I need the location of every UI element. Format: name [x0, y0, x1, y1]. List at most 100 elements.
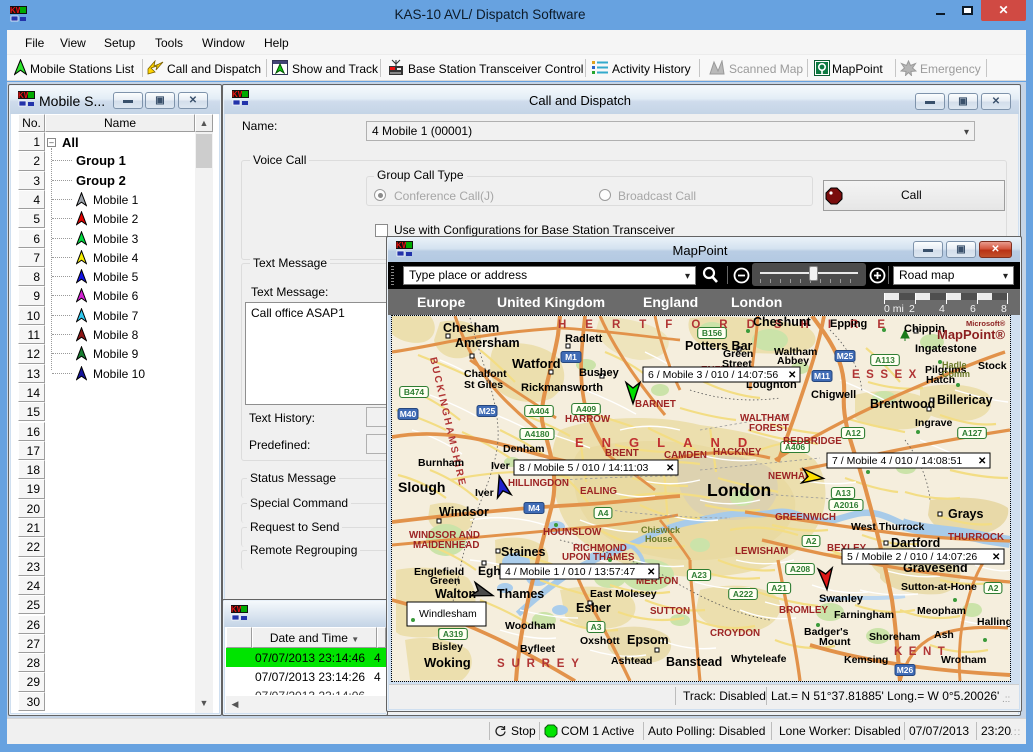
svg-text:A222: A222 — [733, 589, 754, 599]
svg-text:Epping: Epping — [830, 318, 867, 330]
svg-text:CAMDEN: CAMDEN — [664, 450, 707, 461]
svg-text:Oxshott: Oxshott — [580, 635, 620, 647]
svg-text:A208: A208 — [790, 564, 811, 574]
svg-text:Ashtead: Ashtead — [611, 655, 652, 667]
svg-text:Wrotham: Wrotham — [941, 654, 986, 666]
svg-text:Whyteleafe: Whyteleafe — [731, 653, 787, 665]
svg-text:4 / Mobile 1 / 010 / 13:57:47: 4 / Mobile 1 / 010 / 13:57:47 — [505, 566, 635, 578]
svg-text:THURROCK: THURROCK — [948, 532, 1004, 543]
svg-text:Rickmansworth: Rickmansworth — [521, 382, 603, 394]
svg-text:✕: ✕ — [647, 567, 655, 578]
svg-text:A12: A12 — [845, 428, 861, 438]
svg-text:ESSEX: ESSEX — [852, 369, 923, 381]
svg-text:Amersham: Amersham — [455, 336, 520, 350]
svg-text:Kemsing: Kemsing — [844, 654, 888, 666]
svg-text:Chesham: Chesham — [443, 321, 499, 335]
svg-text:SURREY: SURREY — [497, 658, 586, 670]
svg-text:✕: ✕ — [666, 463, 674, 474]
svg-text:East Molesey: East Molesey — [590, 588, 657, 600]
svg-text:A319: A319 — [443, 629, 464, 639]
svg-text:A3: A3 — [591, 622, 602, 632]
svg-text:Ash: Ash — [934, 629, 954, 641]
svg-text:Cheshunt: Cheshunt — [753, 316, 811, 329]
svg-text:UPON THAMES: UPON THAMES — [562, 552, 635, 563]
svg-text:Epsom: Epsom — [627, 633, 669, 647]
svg-text:Thames: Thames — [497, 587, 544, 601]
svg-text:Ingatestone: Ingatestone — [915, 343, 977, 355]
svg-text:A2: A2 — [988, 583, 999, 593]
svg-text:Iver: Iver — [491, 460, 510, 472]
svg-text:Woodham: Woodham — [505, 620, 556, 632]
svg-text:M26: M26 — [897, 665, 914, 675]
svg-text:M25: M25 — [837, 351, 854, 361]
svg-text:BARNET: BARNET — [635, 399, 676, 410]
svg-text:A4180: A4180 — [524, 429, 549, 439]
svg-text:Denham: Denham — [503, 443, 544, 455]
svg-text:Swanley: Swanley — [819, 593, 864, 605]
svg-text:Byfleet: Byfleet — [520, 643, 556, 655]
svg-text:A23: A23 — [691, 570, 707, 580]
svg-text:St Giles: St Giles — [464, 379, 503, 391]
svg-text:✕: ✕ — [978, 456, 986, 467]
svg-text:Halling: Halling — [977, 616, 1010, 628]
svg-text:5 / Mobile 2 / 010 / 14:07:26: 5 / Mobile 2 / 010 / 14:07:26 — [847, 551, 977, 563]
svg-text:Mount: Mount — [819, 636, 851, 648]
svg-text:HILLINGDON: HILLINGDON — [508, 478, 569, 489]
svg-text:Woking: Woking — [424, 655, 471, 670]
svg-text:6 / Mobile 3 / 010 / 14:07:56: 6 / Mobile 3 / 010 / 14:07:56 — [648, 369, 778, 381]
svg-text:A404: A404 — [529, 406, 550, 416]
svg-text:Shoreham: Shoreham — [869, 631, 920, 643]
svg-text:M11: M11 — [814, 371, 830, 381]
svg-text:Esher: Esher — [576, 601, 611, 615]
svg-text:Sutton-at-Hone: Sutton-at-Hone — [901, 581, 977, 593]
svg-text:Abbey: Abbey — [777, 355, 809, 367]
svg-text:Green: Green — [430, 575, 460, 587]
svg-text:Ingrave: Ingrave — [915, 417, 953, 429]
svg-text:EALING: EALING — [580, 486, 617, 497]
svg-text:Farningham: Farningham — [834, 609, 894, 621]
svg-text:A21: A21 — [771, 583, 787, 593]
svg-text:BROMLEY: BROMLEY — [779, 605, 828, 616]
svg-text:SUTTON: SUTTON — [650, 606, 690, 617]
svg-text:LEWISHAM: LEWISHAM — [735, 546, 788, 557]
svg-text:A113: A113 — [875, 355, 895, 365]
svg-text:Dartford: Dartford — [891, 536, 940, 550]
svg-text:Banstead: Banstead — [666, 655, 722, 669]
svg-text:A409: A409 — [576, 404, 597, 414]
svg-text:West Thurrock: West Thurrock — [851, 521, 924, 533]
svg-text:B474: B474 — [404, 387, 425, 397]
svg-text:Burnham: Burnham — [418, 457, 464, 469]
svg-text:M1: M1 — [565, 352, 577, 362]
svg-text:MapPoint®: MapPoint® — [937, 327, 1005, 342]
svg-text:M4: M4 — [528, 503, 540, 513]
svg-text:Billericay: Billericay — [937, 393, 993, 407]
svg-text:Comm: Comm — [942, 369, 970, 379]
svg-text:HACKNEY: HACKNEY — [713, 447, 762, 458]
svg-text:Grays: Grays — [948, 507, 983, 521]
svg-text:Staines: Staines — [501, 545, 546, 559]
svg-text:London: London — [707, 480, 771, 500]
svg-text:M40: M40 — [400, 409, 417, 419]
svg-text:✕: ✕ — [788, 370, 796, 381]
svg-text:Bushey: Bushey — [579, 367, 620, 379]
svg-text:Meopham: Meopham — [917, 605, 966, 617]
svg-text:Radlett: Radlett — [565, 333, 603, 345]
svg-text:M25: M25 — [479, 406, 496, 416]
svg-text:HOUNSLOW: HOUNSLOW — [543, 527, 602, 538]
svg-text:A2: A2 — [806, 536, 817, 546]
svg-text:REDBRIDGE: REDBRIDGE — [783, 436, 842, 447]
svg-text:✕: ✕ — [992, 552, 1000, 563]
svg-text:Windsor: Windsor — [439, 505, 489, 519]
svg-text:Windlesham: Windlesham — [419, 608, 477, 620]
svg-text:A4: A4 — [598, 508, 609, 518]
svg-text:FOREST: FOREST — [749, 423, 789, 434]
svg-text:Iver: Iver — [475, 487, 494, 499]
svg-text:HARROW: HARROW — [565, 414, 611, 425]
svg-text:A2016: A2016 — [833, 500, 858, 510]
svg-text:BRENT: BRENT — [605, 448, 639, 459]
svg-text:Watford: Watford — [512, 356, 561, 371]
svg-text:Bisley: Bisley — [432, 641, 463, 653]
svg-text:GREENWICH: GREENWICH — [775, 512, 836, 523]
svg-text:7 / Mobile 4 / 010 / 14:08:51: 7 / Mobile 4 / 010 / 14:08:51 — [832, 455, 962, 467]
svg-text:Slough: Slough — [398, 479, 445, 495]
